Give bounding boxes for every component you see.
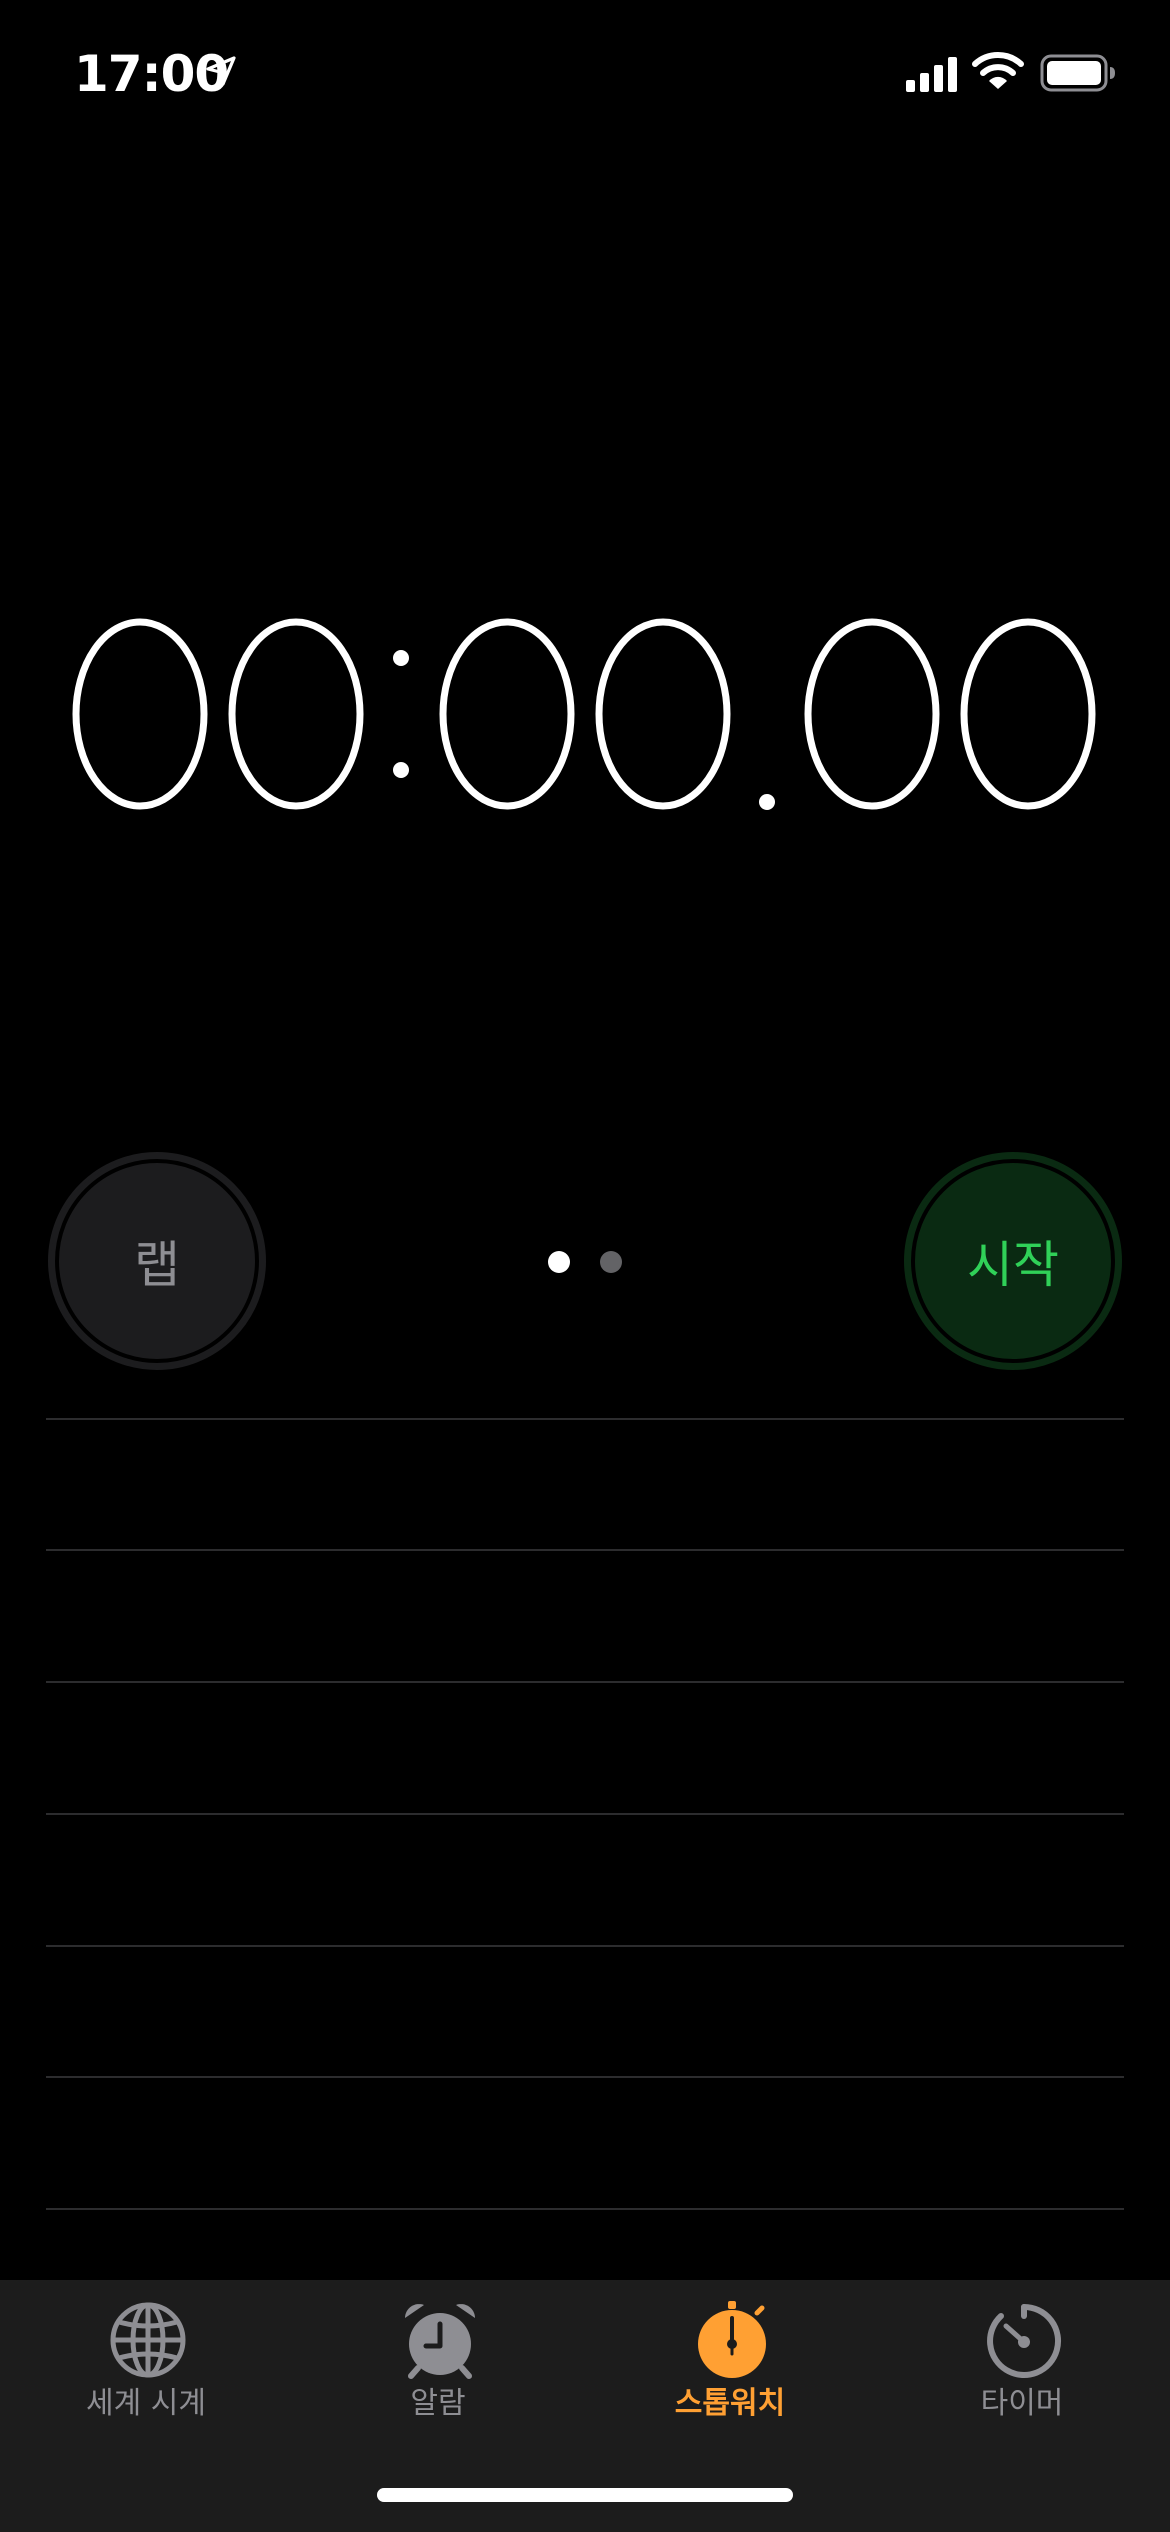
lap-row-divider xyxy=(46,1418,1124,1420)
page-dot-active[interactable] xyxy=(548,1251,570,1273)
hundredths-tens-digit xyxy=(804,618,940,810)
status-bar: 17:00 xyxy=(0,0,1170,140)
tab-label: 세계 시계 xyxy=(86,2386,206,2421)
lap-row-divider xyxy=(46,2076,1124,2078)
tab-label: 타이머 xyxy=(980,2386,1064,2421)
tab-label: 알람 xyxy=(410,2386,466,2421)
page-dot-inactive[interactable] xyxy=(600,1251,622,1273)
lap-list xyxy=(46,1418,1124,2218)
colon-separator-top xyxy=(393,650,409,666)
timer-icon xyxy=(987,2304,1062,2378)
home-indicator[interactable] xyxy=(377,2488,793,2502)
stopwatch-display xyxy=(72,618,1096,810)
globe-icon xyxy=(110,2302,186,2378)
tab-timer[interactable]: 타이머 xyxy=(876,2280,1168,2450)
minutes-ones-digit xyxy=(228,618,364,810)
hundredths-ones-digit xyxy=(960,618,1096,810)
cellular-signal-icon xyxy=(906,57,957,92)
lap-row-divider xyxy=(46,1549,1124,1551)
lap-row-divider xyxy=(46,2208,1124,2210)
page-indicator[interactable] xyxy=(548,1251,628,1273)
lap-button[interactable]: 랩 xyxy=(48,1152,266,1370)
start-button[interactable]: 시작 xyxy=(904,1152,1122,1370)
decimal-separator xyxy=(759,794,775,810)
seconds-ones-digit xyxy=(595,618,731,810)
tab-world-clock[interactable]: 세계 시계 xyxy=(0,2280,292,2450)
tab-stopwatch[interactable]: 스톱워치 xyxy=(584,2280,876,2450)
lap-button-label: 랩 xyxy=(55,1159,259,1363)
wifi-icon xyxy=(972,52,1024,89)
lap-row-divider xyxy=(46,1945,1124,1947)
minutes-tens-digit xyxy=(72,618,208,810)
tab-label: 스톱워치 xyxy=(674,2386,786,2421)
alarm-clock-icon xyxy=(405,2304,475,2379)
location-arrow-icon xyxy=(206,56,236,86)
battery-icon xyxy=(1040,54,1115,92)
seconds-tens-digit xyxy=(439,618,575,810)
colon-separator-bottom xyxy=(393,762,409,778)
lap-row-divider xyxy=(46,1681,1124,1683)
stopwatch-icon xyxy=(698,2301,766,2378)
lap-row-divider xyxy=(46,1813,1124,1815)
tab-alarm[interactable]: 알람 xyxy=(292,2280,584,2450)
start-button-label: 시작 xyxy=(911,1159,1115,1363)
